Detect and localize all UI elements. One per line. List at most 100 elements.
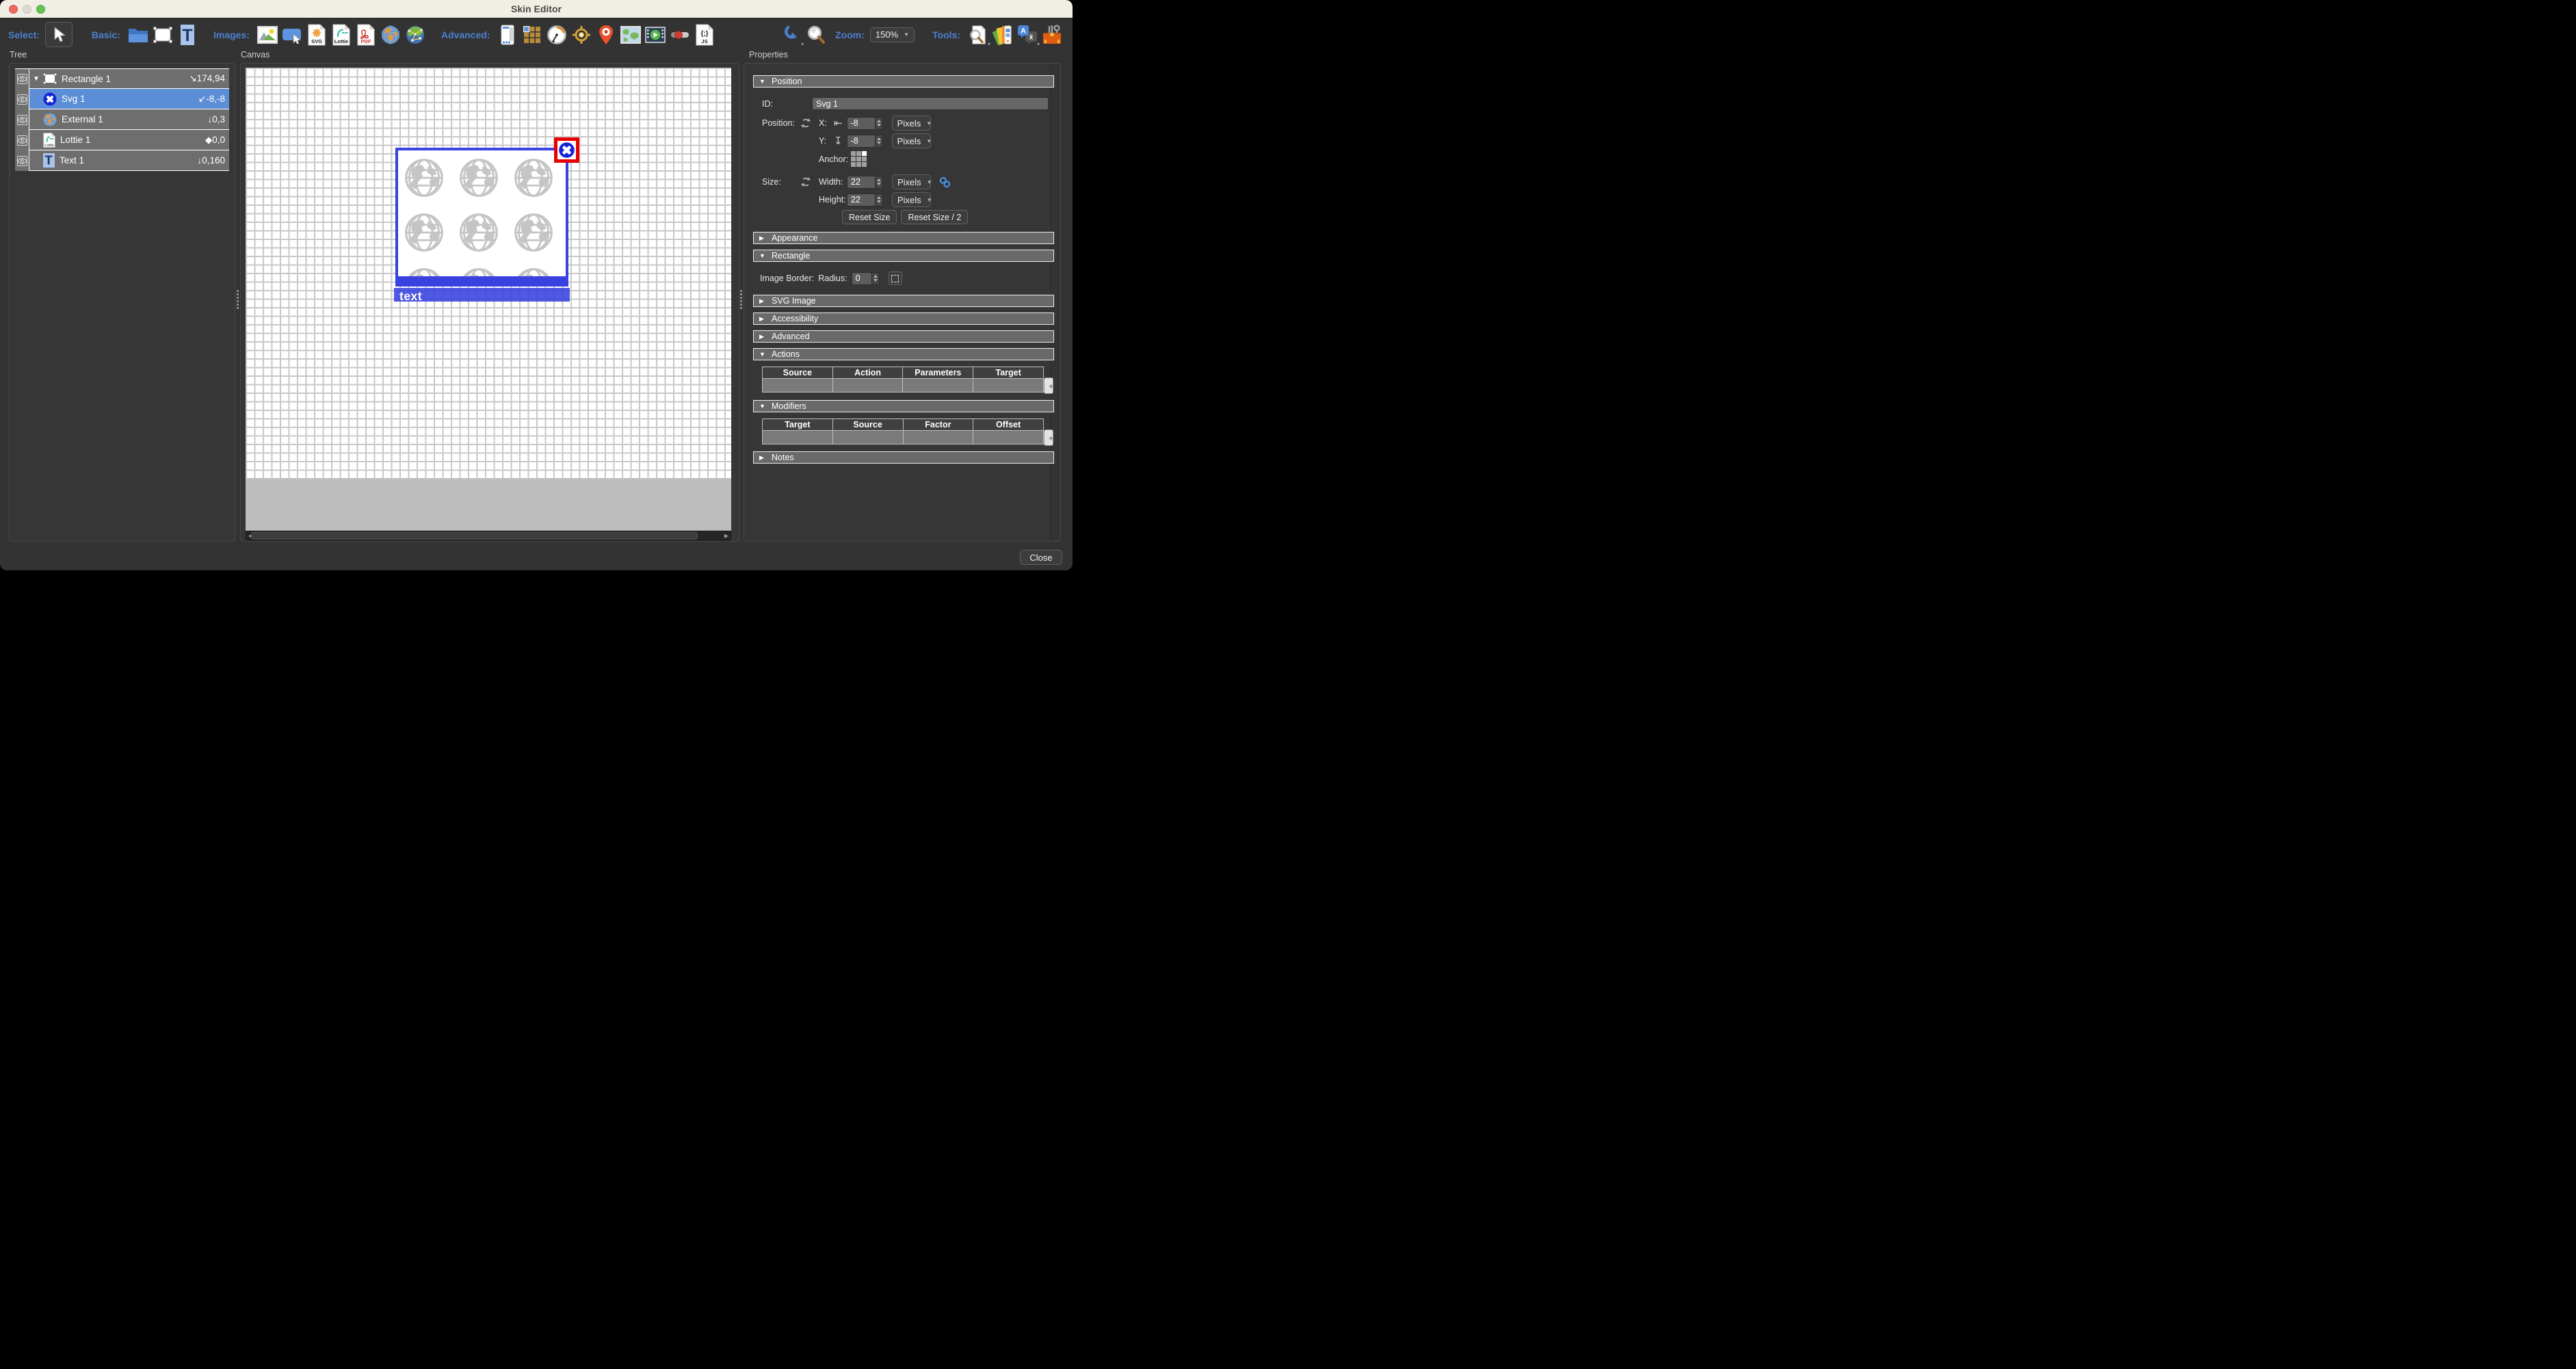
disclosure-triangle-icon: ▶ <box>759 235 766 242</box>
globe-icon[interactable] <box>380 24 401 46</box>
compass-icon[interactable] <box>571 24 592 46</box>
modifiers-empty-row[interactable] <box>763 431 1044 444</box>
anchor-row: Anchor: <box>762 151 867 167</box>
tree-canvas-splitter[interactable] <box>237 290 239 309</box>
tree-row-text[interactable]: TT Text 1 ↓0,160 <box>15 150 229 171</box>
scrollbar-thumb[interactable] <box>251 532 698 540</box>
swap-wh-icon[interactable] <box>801 176 812 187</box>
video-icon[interactable] <box>645 24 666 46</box>
add-action-button[interactable]: + <box>1044 377 1053 394</box>
lottie-file-icon[interactable]: Lottie <box>331 24 352 46</box>
svg-text:T: T <box>45 153 53 167</box>
modifiers-col-factor: Factor <box>903 419 973 431</box>
swap-xy-icon[interactable] <box>801 118 812 129</box>
map-pin-icon[interactable] <box>596 24 616 46</box>
rectangle-icon[interactable] <box>153 24 173 46</box>
gauge-icon[interactable] <box>547 24 567 46</box>
visibility-eye-icon[interactable] <box>17 115 27 125</box>
width-units-select[interactable]: Pixels▼ <box>892 174 931 189</box>
visibility-eye-icon[interactable] <box>17 156 27 166</box>
radius-input[interactable] <box>852 272 872 285</box>
tree-row-lottie[interactable]: Lottie Lottie 1 ◆0,0 <box>15 130 229 150</box>
height-label: Height: <box>819 195 847 204</box>
swatches-icon[interactable] <box>993 24 1013 46</box>
y-input[interactable] <box>847 135 876 148</box>
y-units-select[interactable]: Pixels▼ <box>892 133 931 148</box>
add-modifier-button[interactable]: + <box>1044 429 1053 446</box>
reset-size-half-button[interactable]: Reset Size / 2 <box>901 210 968 224</box>
visibility-eye-icon[interactable] <box>17 94 27 105</box>
button-icon[interactable] <box>282 24 302 46</box>
undo-icon[interactable]: ▾ <box>781 24 802 46</box>
inspect-icon[interactable]: ▾ <box>968 24 988 46</box>
id-label: ID: <box>762 99 812 109</box>
map-icon[interactable] <box>620 24 641 46</box>
x-stepper[interactable] <box>876 117 883 130</box>
y-stepper[interactable] <box>876 135 883 148</box>
tree-item-name: Text 1 <box>60 155 84 165</box>
toolbox-icon[interactable] <box>1042 24 1062 46</box>
width-stepper[interactable] <box>876 176 883 189</box>
id-input[interactable] <box>812 97 1049 110</box>
svg-file-icon[interactable]: SVG <box>306 24 327 46</box>
section-advanced[interactable]: ▶ Advanced <box>753 330 1054 343</box>
rectangle-1-element[interactable] <box>395 148 568 279</box>
slider-icon[interactable] <box>670 24 690 46</box>
reset-size-button[interactable]: Reset Size <box>842 210 897 224</box>
globe-tile-icon <box>458 157 499 198</box>
close-button[interactable]: Close <box>1020 550 1062 565</box>
disclosure-triangle-icon: ▼ <box>759 78 766 85</box>
grid-icon[interactable] <box>522 24 542 46</box>
scroll-right-icon[interactable]: ▶ <box>722 531 731 540</box>
tree-row-rectangle[interactable]: ▼ Rectangle 1 ↘174,94 <box>15 68 229 89</box>
visibility-eye-icon[interactable] <box>17 74 27 84</box>
pdf-file-icon[interactable]: PDF <box>356 24 376 46</box>
text-icon[interactable]: T <box>177 24 198 46</box>
folder-icon[interactable] <box>128 24 148 46</box>
js-file-icon[interactable]: {;}JS <box>694 24 715 46</box>
height-input[interactable] <box>847 194 876 207</box>
section-position[interactable]: ▼ Position <box>753 75 1054 88</box>
section-modifiers[interactable]: ▼ Modifiers <box>753 400 1054 412</box>
x-units-select[interactable]: Pixels▼ <box>892 116 931 131</box>
border-select-button[interactable] <box>889 271 902 285</box>
section-appearance[interactable]: ▶ Appearance <box>753 232 1054 244</box>
zoom-value: 150% <box>876 29 898 40</box>
canvas-h-scrollbar[interactable]: ◀ ▶ <box>246 531 731 541</box>
height-stepper[interactable] <box>876 194 883 207</box>
reset-size-row: Reset Size Reset Size / 2 <box>842 210 968 224</box>
section-actions[interactable]: ▼ Actions <box>753 348 1054 360</box>
link-wh-icon[interactable] <box>939 176 951 188</box>
svg-text:T: T <box>182 26 192 45</box>
radius-stepper[interactable] <box>872 272 880 285</box>
section-svg-image[interactable]: ▶ SVG Image <box>753 295 1054 307</box>
images-label: Images: <box>213 29 250 40</box>
x-input[interactable] <box>847 117 876 130</box>
canvas-properties-splitter[interactable] <box>740 290 742 309</box>
width-input[interactable] <box>847 176 876 189</box>
magnifier-icon[interactable] <box>806 24 826 46</box>
tree-row-external[interactable]: External 1 ↓0,3 <box>15 109 229 130</box>
svg-text:{;}: {;} <box>701 30 709 38</box>
skin-editor-window: Skin Editor Select: Basic: T Images: S <box>0 0 1073 570</box>
position-label: Position: <box>762 118 794 128</box>
list-widget-icon[interactable] <box>497 24 518 46</box>
anchor-grid-icon[interactable] <box>851 151 867 167</box>
image-icon[interactable] <box>257 24 278 46</box>
section-accessibility[interactable]: ▶ Accessibility <box>753 313 1054 325</box>
section-notes[interactable]: ▶ Notes <box>753 451 1054 464</box>
actions-empty-row[interactable] <box>763 379 1044 393</box>
visibility-eye-icon[interactable] <box>17 135 27 146</box>
tree-list: ▼ Rectangle 1 ↘174,94 Svg 1 ↙-8,-8 <box>15 68 229 171</box>
translate-icon[interactable]: x̄A ▾ <box>1017 24 1038 46</box>
globe-network-icon[interactable] <box>405 24 425 46</box>
disclosure-triangle-icon[interactable]: ▼ <box>33 75 43 83</box>
height-units-select[interactable]: Pixels▼ <box>892 192 931 207</box>
globe-tile-icon <box>404 157 445 198</box>
section-rectangle[interactable]: ▼ Rectangle <box>753 250 1054 262</box>
tree-row-svg[interactable]: Svg 1 ↙-8,-8 <box>15 89 229 109</box>
zoom-select[interactable]: 150% ▼ <box>870 27 915 42</box>
select-tool-button[interactable] <box>45 22 73 47</box>
text-1-element[interactable]: text <box>394 288 570 302</box>
selected-svg-element[interactable] <box>554 137 579 163</box>
